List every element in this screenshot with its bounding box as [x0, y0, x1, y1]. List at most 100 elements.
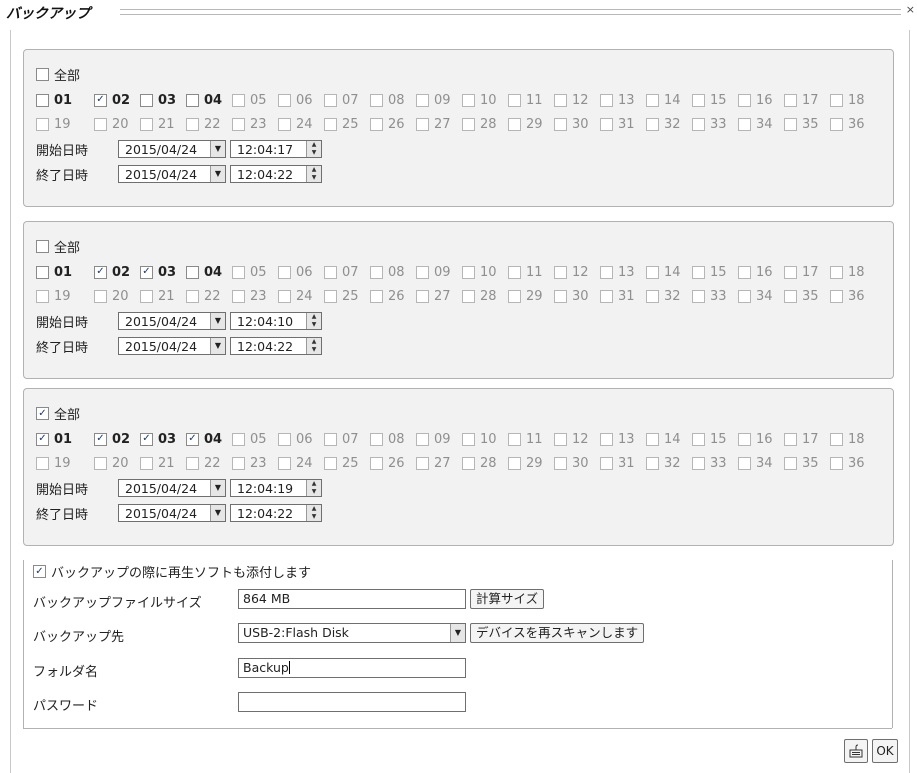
checkbox-box — [462, 93, 475, 107]
checkbox-box — [554, 265, 567, 279]
spinner-arrows-icon[interactable]: ▲ ▼ — [306, 480, 321, 496]
password-input[interactable] — [238, 692, 466, 712]
select-all-checkbox[interactable] — [36, 68, 49, 81]
checkbox-box[interactable] — [186, 265, 199, 279]
checkbox-box[interactable]: ✓ — [36, 432, 49, 446]
chevron-down-icon[interactable]: ▼ — [210, 338, 225, 354]
checkbox-box — [462, 117, 475, 131]
checkbox-box — [600, 93, 613, 107]
end-datetime-label: 終了日時 — [36, 340, 89, 356]
start-time-spinner[interactable]: 12:04:19 ▲ ▼ — [230, 479, 322, 497]
end-date-picker[interactable]: 2015/04/24 ▼ — [118, 165, 226, 183]
checkbox-box — [370, 117, 383, 131]
channel-checkbox-01[interactable]: ✓ 01 — [36, 430, 72, 448]
channel-label: 30 — [572, 116, 589, 132]
select-all-checkbox[interactable]: ✓ — [36, 407, 49, 420]
ok-button[interactable]: OK — [872, 739, 898, 763]
checkbox-box[interactable] — [36, 93, 49, 107]
checkbox-box — [36, 289, 49, 303]
select-all-checkbox[interactable] — [36, 240, 49, 253]
end-time-spinner[interactable]: 12:04:22 ▲ ▼ — [230, 504, 322, 522]
end-time-spinner[interactable]: 12:04:22 ▲ ▼ — [230, 165, 322, 183]
checkbox-box — [646, 117, 659, 131]
channel-checkbox-13: 13 — [600, 430, 635, 448]
checkbox-box — [278, 117, 291, 131]
end-time-spinner[interactable]: 12:04:22 ▲ ▼ — [230, 337, 322, 355]
chevron-down-icon[interactable]: ▼ — [210, 313, 225, 329]
channel-label: 22 — [204, 116, 221, 132]
start-date-picker[interactable]: 2015/04/24 ▼ — [118, 140, 226, 158]
channel-checkbox-03[interactable]: 03 — [140, 91, 176, 109]
checkbox-box[interactable] — [36, 265, 49, 279]
channel-label: 12 — [572, 431, 589, 447]
dialog-content: 全部 01 ✓ 02 03 04 05 06 07 08 09 10 11 12 13 14 15 16 17 18 1… — [10, 30, 910, 773]
channel-checkbox-33: 33 — [692, 115, 727, 133]
destination-select[interactable]: USB-2:Flash Disk ▼ — [238, 623, 466, 643]
spinner-arrows-icon[interactable]: ▲ ▼ — [306, 141, 321, 157]
chevron-down-icon[interactable]: ▼ — [210, 480, 225, 496]
spinner-arrows-icon[interactable]: ▲ ▼ — [306, 338, 321, 354]
start-time-spinner[interactable]: 12:04:10 ▲ ▼ — [230, 312, 322, 330]
select-all-row[interactable]: ✓ 全部 — [36, 404, 80, 423]
channel-checkbox-01[interactable]: 01 — [36, 263, 72, 281]
spinner-arrows-icon[interactable]: ▲ ▼ — [306, 166, 321, 182]
channel-label: 35 — [802, 455, 819, 471]
attach-player-checkbox[interactable]: ✓ — [33, 565, 46, 578]
checkbox-box — [646, 456, 659, 470]
checkbox-box[interactable]: ✓ — [140, 432, 153, 446]
chevron-down-icon[interactable]: ▼ — [210, 166, 225, 182]
checkbox-box[interactable]: ✓ — [140, 265, 153, 279]
channel-checkbox-02[interactable]: ✓ 02 — [94, 430, 130, 448]
rescan-devices-button[interactable]: デバイスを再スキャンします — [470, 623, 645, 643]
channel-checkbox-02[interactable]: ✓ 02 — [94, 263, 130, 281]
checkbox-box[interactable] — [140, 93, 153, 107]
chevron-down-icon[interactable]: ▼ — [210, 505, 225, 521]
attach-player-row[interactable]: ✓ バックアップの際に再生ソフトも添付します — [33, 562, 311, 581]
channel-checkbox-01[interactable]: 01 — [36, 91, 72, 109]
channel-checkbox-10: 10 — [462, 263, 497, 281]
start-time-spinner[interactable]: 12:04:17 ▲ ▼ — [230, 140, 322, 158]
channel-checkbox-05: 05 — [232, 430, 267, 448]
keyboard-button[interactable] — [844, 739, 868, 763]
end-date-picker[interactable]: 2015/04/24 ▼ — [118, 337, 226, 355]
checkbox-box[interactable]: ✓ — [94, 265, 107, 279]
channel-checkbox-20: 20 — [94, 454, 129, 472]
channel-checkbox-03[interactable]: ✓ 03 — [140, 430, 176, 448]
end-time-value: 12:04:22 — [237, 339, 294, 354]
channel-checkbox-04[interactable]: 04 — [186, 91, 222, 109]
channel-checkbox-22: 22 — [186, 454, 221, 472]
select-all-row[interactable]: 全部 — [36, 237, 80, 256]
channel-checkbox-02[interactable]: ✓ 02 — [94, 91, 130, 109]
end-date-picker[interactable]: 2015/04/24 ▼ — [118, 504, 226, 522]
checkbox-box — [232, 117, 245, 131]
end-datetime-row: 終了日時 2015/04/24 ▼ 12:04:22 ▲ ▼ — [36, 335, 322, 357]
channel-label: 02 — [112, 92, 131, 108]
close-icon[interactable]: × — [906, 3, 915, 16]
channel-checkbox-04[interactable]: 04 — [186, 263, 222, 281]
checkbox-box[interactable]: ✓ — [186, 432, 199, 446]
checkbox-box[interactable]: ✓ — [94, 93, 107, 107]
checkbox-box — [508, 117, 521, 131]
checkbox-box[interactable] — [186, 93, 199, 107]
checkbox-box — [324, 432, 337, 446]
channel-label: 35 — [802, 288, 819, 304]
checkbox-box — [370, 432, 383, 446]
chevron-down-icon[interactable]: ▼ — [450, 624, 465, 642]
channel-checkbox-31: 31 — [600, 115, 635, 133]
checkbox-box — [554, 432, 567, 446]
channel-label: 04 — [204, 431, 223, 447]
calc-size-button[interactable]: 計算サイズ — [470, 589, 545, 609]
spinner-arrows-icon[interactable]: ▲ ▼ — [306, 505, 321, 521]
channel-checkbox-04[interactable]: ✓ 04 — [186, 430, 222, 448]
channel-checkbox-03[interactable]: ✓ 03 — [140, 263, 176, 281]
folder-name-input[interactable]: Backup — [238, 658, 466, 678]
file-size-field[interactable]: 864 MB — [238, 589, 466, 609]
checkbox-box[interactable]: ✓ — [94, 432, 107, 446]
channel-label: 31 — [618, 455, 635, 471]
start-date-picker[interactable]: 2015/04/24 ▼ — [118, 479, 226, 497]
checkbox-box — [508, 456, 521, 470]
chevron-down-icon[interactable]: ▼ — [210, 141, 225, 157]
select-all-row[interactable]: 全部 — [36, 65, 80, 84]
spinner-arrows-icon[interactable]: ▲ ▼ — [306, 313, 321, 329]
start-date-picker[interactable]: 2015/04/24 ▼ — [118, 312, 226, 330]
